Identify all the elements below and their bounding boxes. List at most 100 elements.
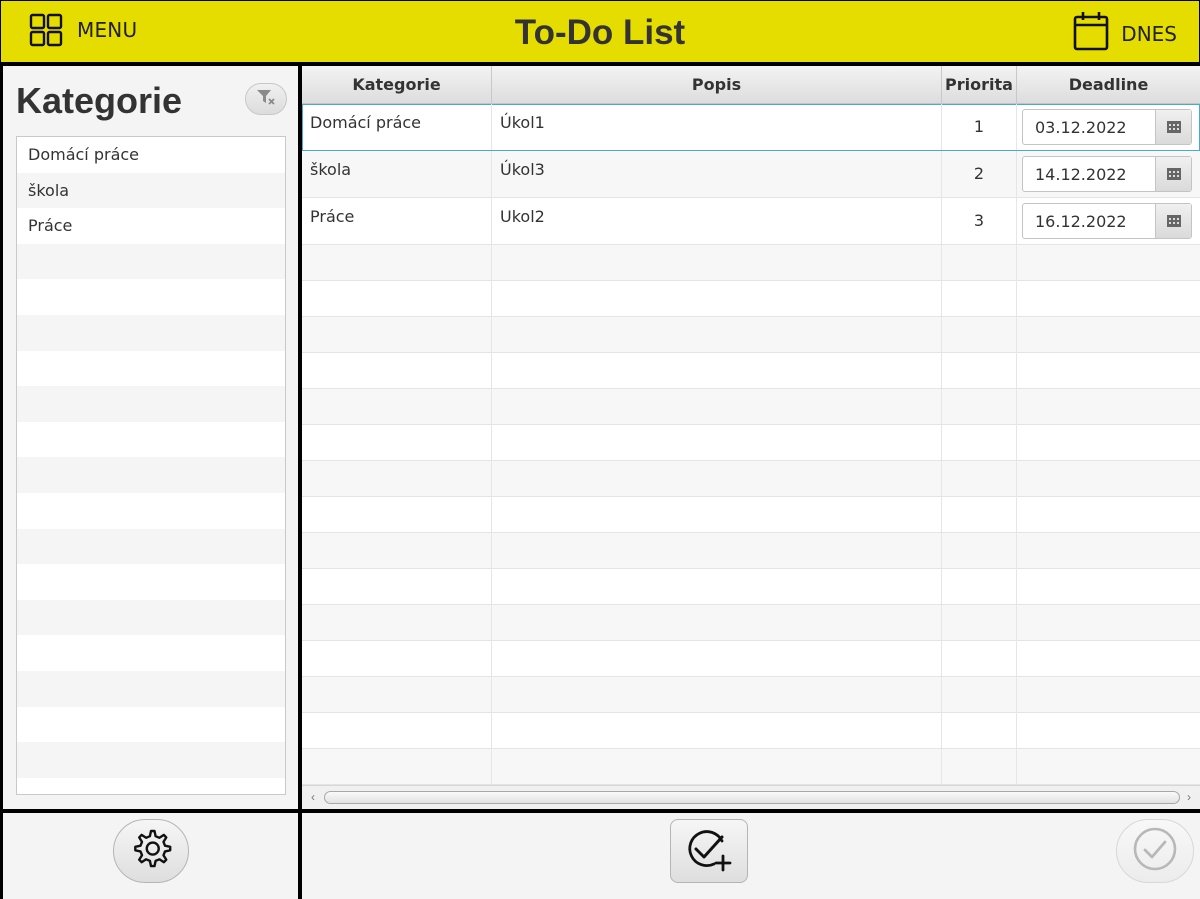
empty-cell: [302, 317, 492, 352]
complete-task-button[interactable]: [1116, 819, 1194, 883]
empty-cell: [942, 497, 1017, 532]
empty-cell: [492, 749, 942, 784]
empty-table-row: [302, 425, 1200, 461]
empty-cell: [492, 641, 942, 676]
deadline-date-picker[interactable]: [1022, 203, 1192, 239]
column-header-priorita[interactable]: Priorita: [942, 66, 1017, 104]
category-item[interactable]: škola: [17, 172, 285, 209]
empty-table-row: [302, 461, 1200, 497]
empty-cell: [302, 641, 492, 676]
empty-list-row: [17, 422, 285, 458]
scroll-left-icon[interactable]: ‹: [306, 790, 320, 804]
empty-table-row: [302, 677, 1200, 713]
empty-list-row: [17, 670, 285, 707]
empty-list-row: [17, 279, 285, 315]
empty-table-row: [302, 389, 1200, 425]
empty-table-row: [302, 641, 1200, 677]
calendar-grid-icon: [1166, 212, 1181, 231]
empty-cell: [492, 425, 942, 460]
empty-cell: [942, 533, 1017, 568]
cell-kategorie: Domácí práce: [302, 104, 492, 150]
column-header-deadline[interactable]: Deadline: [1017, 66, 1200, 104]
empty-cell: [302, 389, 492, 424]
empty-table-row: [302, 569, 1200, 605]
category-panel: Kategorie Domácí práce škola Práce: [3, 66, 298, 809]
cell-priorita: 1: [942, 104, 1017, 150]
empty-cell: [492, 389, 942, 424]
empty-cell: [942, 677, 1017, 712]
empty-table-row: [302, 497, 1200, 533]
column-header-kategorie[interactable]: Kategorie: [302, 66, 492, 104]
empty-list-row: [17, 599, 285, 636]
category-item[interactable]: Domácí práce: [17, 137, 285, 173]
horizontal-scrollbar[interactable]: ‹ ›: [302, 785, 1200, 809]
table-body: Domácí práce Úkol1 1 škola Úkol3 2: [302, 104, 1200, 785]
clear-filter-button[interactable]: [245, 83, 287, 115]
check-circle-plus-icon: [684, 825, 734, 878]
empty-cell: [492, 497, 942, 532]
empty-cell: [302, 497, 492, 532]
scroll-right-icon[interactable]: ›: [1182, 790, 1196, 804]
cell-kategorie: Práce: [302, 198, 492, 244]
today-button[interactable]: DNES: [1073, 11, 1177, 56]
empty-cell: [492, 677, 942, 712]
empty-cell: [302, 461, 492, 496]
empty-cell: [492, 317, 942, 352]
deadline-date-input[interactable]: [1023, 204, 1155, 238]
category-list[interactable]: Domácí práce škola Práce: [16, 136, 286, 795]
empty-cell: [492, 713, 942, 748]
gear-icon: [129, 827, 173, 876]
bottom-right-bar: [302, 813, 1200, 899]
scrollbar-thumb[interactable]: [324, 791, 1180, 804]
empty-cell: [942, 389, 1017, 424]
empty-cell: [942, 425, 1017, 460]
add-task-button[interactable]: [670, 819, 748, 883]
empty-table-row: [302, 605, 1200, 641]
category-item[interactable]: Práce: [17, 208, 285, 244]
bottom-left-bar: [3, 813, 298, 899]
empty-cell: [492, 353, 942, 388]
empty-list-row: [17, 528, 285, 565]
empty-cell: [942, 461, 1017, 496]
empty-table-row: [302, 281, 1200, 317]
app-header: MENU To-Do List DNES: [0, 0, 1200, 63]
page-title: To-Do List: [514, 13, 686, 52]
calendar-picker-button[interactable]: [1155, 204, 1191, 238]
empty-cell: [302, 605, 492, 640]
table-row[interactable]: Práce Ukol2 3: [302, 198, 1200, 245]
settings-button[interactable]: [113, 819, 189, 883]
deadline-date-input[interactable]: [1023, 110, 1155, 144]
empty-cell: [942, 641, 1017, 676]
cell-deadline: [1017, 198, 1200, 244]
empty-table-row: [302, 749, 1200, 785]
calendar-grid-icon: [1166, 118, 1181, 137]
column-header-popis[interactable]: Popis: [492, 66, 942, 104]
empty-table-row: [302, 245, 1200, 281]
empty-cell: [492, 245, 942, 280]
empty-list-row: [17, 564, 285, 600]
empty-cell: [302, 749, 492, 784]
empty-list-row: [17, 778, 285, 794]
empty-cell: [492, 533, 942, 568]
table-row[interactable]: Domácí práce Úkol1 1: [302, 104, 1200, 151]
empty-list-row: [17, 314, 285, 351]
empty-cell: [942, 713, 1017, 748]
deadline-date-picker[interactable]: [1022, 109, 1192, 145]
cell-deadline: [1017, 151, 1200, 197]
calendar-icon: [1073, 11, 1109, 56]
deadline-date-input[interactable]: [1023, 157, 1155, 191]
empty-cell: [942, 569, 1017, 604]
empty-cell: [942, 353, 1017, 388]
calendar-picker-button[interactable]: [1155, 157, 1191, 191]
empty-cell: [302, 245, 492, 280]
calendar-grid-icon: [1166, 165, 1181, 184]
calendar-picker-button[interactable]: [1155, 110, 1191, 144]
deadline-date-picker[interactable]: [1022, 156, 1192, 192]
table-row[interactable]: škola Úkol3 2: [302, 151, 1200, 198]
cell-priorita: 2: [942, 151, 1017, 197]
empty-cell: [302, 533, 492, 568]
empty-cell: [942, 245, 1017, 280]
empty-cell: [302, 677, 492, 712]
empty-table-row: [302, 533, 1200, 569]
table-header: Kategorie Popis Priorita Deadline: [302, 66, 1200, 104]
